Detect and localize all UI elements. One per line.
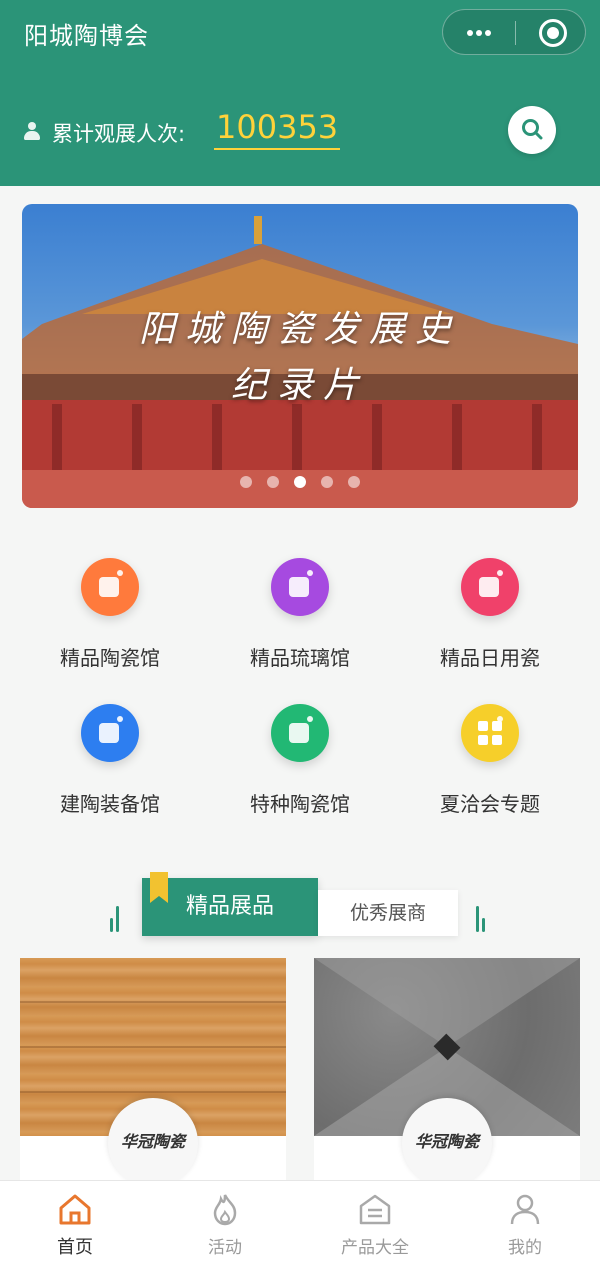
grid-icon	[461, 704, 519, 762]
glaze-icon	[271, 558, 329, 616]
product-card[interactable]: 华冠陶瓷	[314, 958, 580, 1188]
category-label: 夏洽会专题	[440, 792, 540, 816]
bookmark-icon	[150, 872, 168, 903]
banner-subtitle: 纪录片	[230, 365, 369, 406]
bottom-navigation: 首页 活动 产品大全 我的	[0, 1180, 600, 1261]
product-card[interactable]: 华冠陶瓷	[20, 958, 286, 1188]
tab-excellent-exhibitors[interactable]: 优秀展商	[318, 890, 458, 936]
nav-label: 首页	[57, 1237, 93, 1258]
nav-catalog[interactable]: 产品大全	[300, 1181, 450, 1261]
visitor-count: 100353	[214, 108, 341, 150]
more-icon[interactable]	[461, 22, 497, 44]
brand-name: 华冠陶瓷	[120, 1132, 185, 1151]
category-glaze[interactable]: 精品琉璃馆	[210, 540, 390, 670]
carousel-dot[interactable]	[267, 476, 279, 488]
nav-activity[interactable]: 活动	[150, 1181, 300, 1261]
nav-label: 我的	[508, 1238, 542, 1258]
header: 阳城陶博会 累计观展人次: 100353	[0, 0, 600, 186]
category-label: 建陶装备馆	[60, 792, 160, 816]
category-ceramics[interactable]: 精品陶瓷馆	[20, 540, 200, 670]
special-ceramics-icon	[271, 704, 329, 762]
equipment-icon	[81, 704, 139, 762]
category-label: 特种陶瓷馆	[250, 792, 350, 816]
carousel-dot[interactable]	[348, 476, 360, 488]
bars-decoration-left	[110, 904, 122, 932]
banner-carousel[interactable]: 阳城陶瓷发展史 纪录片	[22, 204, 578, 508]
tab-featured-products[interactable]: 精品展品	[142, 878, 318, 936]
search-icon	[522, 119, 543, 140]
visitor-label: 累计观展人次:	[52, 122, 186, 146]
user-icon	[510, 1194, 540, 1225]
category-label: 精品琉璃馆	[250, 646, 350, 670]
category-daily-porcelain[interactable]: 精品日用瓷	[400, 540, 580, 670]
nav-home[interactable]: 首页	[0, 1181, 150, 1261]
nav-mine[interactable]: 我的	[450, 1181, 600, 1261]
category-label: 精品日用瓷	[440, 646, 540, 670]
person-icon	[24, 122, 40, 140]
bars-decoration-right	[476, 904, 488, 932]
ceramics-icon	[81, 558, 139, 616]
porcelain-icon	[461, 558, 519, 616]
carousel-dot[interactable]	[321, 476, 333, 488]
carousel-dot[interactable]	[240, 476, 252, 488]
catalog-icon	[359, 1194, 391, 1225]
app-title: 阳城陶博会	[24, 22, 149, 50]
category-summer-fair[interactable]: 夏洽会专题	[400, 686, 580, 816]
category-equipment[interactable]: 建陶装备馆	[20, 686, 200, 816]
nav-label: 活动	[208, 1238, 242, 1258]
brand-badge: 华冠陶瓷	[402, 1098, 492, 1188]
home-icon	[59, 1194, 91, 1225]
capsule-divider	[515, 21, 516, 45]
brand-name: 华冠陶瓷	[414, 1132, 479, 1151]
section-tabs: 精品展品 优秀展商	[0, 872, 600, 942]
nav-label: 产品大全	[341, 1238, 409, 1258]
carousel-indicators	[240, 476, 360, 490]
close-icon[interactable]	[539, 19, 567, 47]
mini-program-capsule	[442, 9, 586, 55]
brand-badge: 华冠陶瓷	[108, 1098, 198, 1188]
category-special-ceramics[interactable]: 特种陶瓷馆	[210, 686, 390, 816]
banner-title: 阳城陶瓷发展史	[138, 309, 461, 350]
flame-icon	[213, 1194, 237, 1226]
search-button[interactable]	[508, 106, 556, 154]
category-label: 精品陶瓷馆	[60, 646, 160, 670]
carousel-dot-active[interactable]	[294, 476, 306, 488]
